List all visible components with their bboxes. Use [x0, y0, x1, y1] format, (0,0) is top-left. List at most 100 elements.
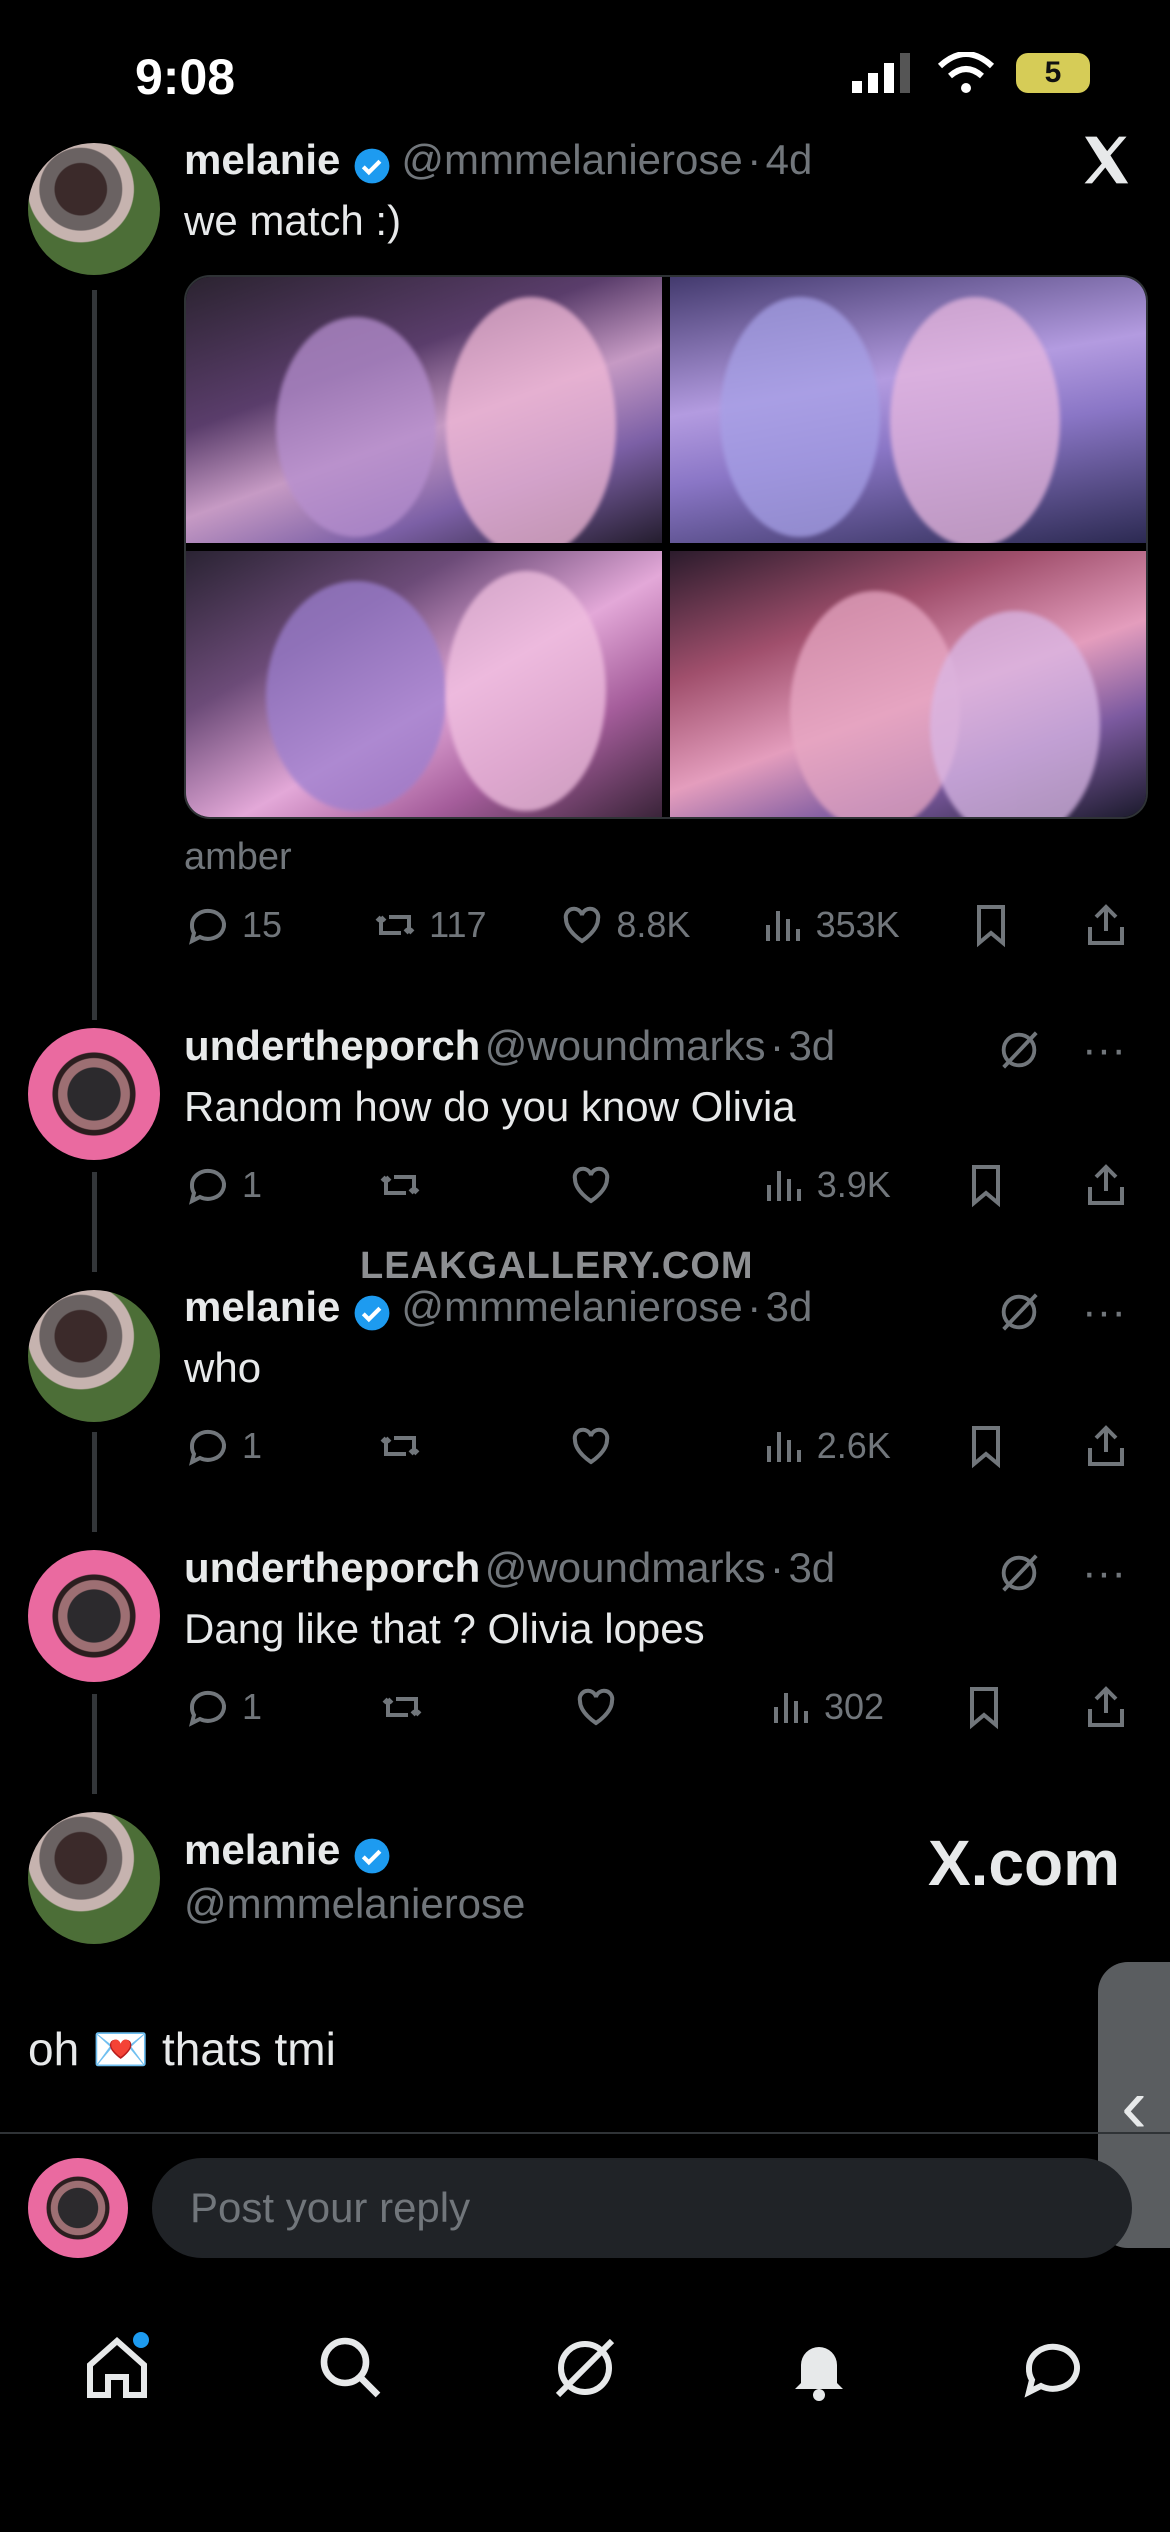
reply-icon [189, 1429, 226, 1466]
media-image[interactable] [670, 277, 1146, 543]
post-actions: 1 2.6K [184, 1416, 1130, 1476]
reply-input[interactable]: Post your reply [152, 2158, 1132, 2258]
share-icon[interactable] [1082, 1161, 1130, 1209]
reply-icon [189, 908, 226, 945]
avatar[interactable] [28, 1550, 160, 1682]
author-name[interactable]: melanie [184, 1826, 340, 1873]
author-name[interactable]: melanie [184, 1283, 340, 1330]
author-name[interactable]: undertheporch [184, 1022, 480, 1069]
post-text: Dang like that ? Olivia lopes [184, 1605, 705, 1652]
avatar[interactable] [28, 143, 160, 275]
views-icon [766, 1171, 801, 1201]
share-icon[interactable] [1082, 901, 1130, 949]
post-time: 4d [765, 136, 813, 183]
bookmark-icon[interactable] [962, 1161, 1010, 1209]
media-grid[interactable] [184, 275, 1148, 819]
messages-icon [1024, 2343, 1080, 2398]
repost-button[interactable] [378, 1683, 498, 1731]
post-text: Random how do you know Olivia [184, 1083, 796, 1130]
battery-indicator: 5 [1016, 53, 1090, 93]
repost-icon [382, 1697, 422, 1717]
status-time: 9:08 [135, 49, 236, 105]
watermark: LEAKGALLERY.COM [360, 1245, 754, 1287]
author-name[interactable]: undertheporch [184, 1544, 480, 1591]
media-image[interactable] [186, 277, 662, 543]
bookmark-icon[interactable] [960, 1683, 1008, 1731]
author-handle[interactable]: @mmmelanierose [401, 136, 742, 183]
heart-icon [572, 1166, 610, 1204]
author-handle[interactable]: @mmmelanierose [401, 1283, 742, 1330]
author-handle[interactable]: @mmmelanierose [184, 1880, 525, 1928]
tagged-user[interactable]: amber [184, 836, 292, 879]
avatar[interactable] [28, 1812, 160, 1944]
repost-icon [380, 1436, 419, 1456]
views-button[interactable]: 2.6K [759, 1422, 891, 1470]
like-button[interactable]: 8.8K [558, 901, 690, 949]
reply-button[interactable]: 1 [184, 1161, 304, 1209]
views-button[interactable]: 302 [766, 1683, 886, 1731]
views-button[interactable]: 3.9K [759, 1161, 891, 1209]
love-letter-emoji-icon: 💌 [91, 2023, 150, 2075]
notifications-icon [795, 2346, 843, 2401]
post-header: undertheporch @woundmarks · 3d [184, 1544, 836, 1591]
nav-search[interactable] [315, 2332, 387, 2409]
share-icon[interactable] [1082, 1683, 1130, 1731]
x-logo-icon[interactable] [1078, 132, 1134, 188]
xcom-label: X.com [927, 1827, 1120, 1899]
bookmark-icon[interactable] [967, 901, 1015, 949]
like-button[interactable] [572, 1683, 692, 1731]
reply-button[interactable]: 1 [184, 1422, 304, 1470]
post-top-icons: ··· [996, 1548, 1126, 1598]
grok-icon[interactable] [996, 1027, 1042, 1073]
post-top-icons: ··· [996, 1287, 1126, 1337]
grok-icon[interactable] [996, 1289, 1042, 1335]
avatar[interactable] [28, 1290, 160, 1422]
repost-button[interactable] [376, 1161, 496, 1209]
like-button[interactable] [567, 1161, 687, 1209]
nav-messages[interactable] [1017, 2332, 1089, 2409]
media-image[interactable] [186, 551, 662, 817]
repost-icon [380, 1175, 419, 1195]
reply-button[interactable]: 15 [184, 901, 304, 949]
bookmark-icon[interactable] [962, 1422, 1010, 1470]
verified-badge-icon [354, 1295, 390, 1331]
reply-icon [189, 1168, 226, 1205]
heart-icon [577, 1688, 615, 1726]
views-icon [766, 1432, 801, 1462]
bottom-nav [0, 2310, 1170, 2430]
nav-notifications[interactable] [783, 2332, 855, 2409]
views-icon [774, 1693, 808, 1723]
heart-icon [564, 906, 601, 944]
grok-icon[interactable] [996, 1550, 1042, 1596]
avatar[interactable] [28, 1028, 160, 1160]
repost-button[interactable] [376, 1422, 496, 1470]
post-header: melanie @mmmelanierose · 3d [184, 1283, 813, 1331]
search-icon [320, 2337, 381, 2397]
repost-button[interactable]: 117 [371, 901, 491, 949]
more-options-icon[interactable]: ··· [1082, 1287, 1126, 1337]
heart-icon [572, 1427, 610, 1465]
views-icon [765, 911, 800, 941]
post-header: melanie @mmmelanierose · 4d [184, 136, 813, 184]
post-actions: 1 302 [184, 1677, 1130, 1737]
nav-grok[interactable] [549, 2332, 621, 2409]
author-handle[interactable]: @woundmarks [485, 1022, 766, 1069]
media-image[interactable] [670, 551, 1146, 817]
more-options-icon[interactable]: ··· [1082, 1548, 1126, 1598]
thread-line [92, 290, 97, 1020]
author-handle[interactable]: @woundmarks [485, 1544, 766, 1591]
wifi-icon [938, 52, 994, 93]
views-button[interactable]: 353K [758, 901, 900, 949]
avatar[interactable] [28, 2158, 128, 2258]
nav-home[interactable] [81, 2331, 153, 2409]
verified-badge-icon [354, 1838, 390, 1874]
signal-icon [852, 53, 910, 93]
like-button[interactable] [567, 1422, 687, 1470]
thread-line [92, 1694, 97, 1794]
share-icon[interactable] [1082, 1422, 1130, 1470]
reply-button[interactable]: 1 [184, 1683, 304, 1731]
more-options-icon[interactable]: ··· [1082, 1025, 1126, 1075]
author-name[interactable]: melanie [184, 136, 340, 183]
post-time: 3d [788, 1544, 836, 1591]
post-actions: 15 117 8.8K 353K [184, 895, 1130, 955]
